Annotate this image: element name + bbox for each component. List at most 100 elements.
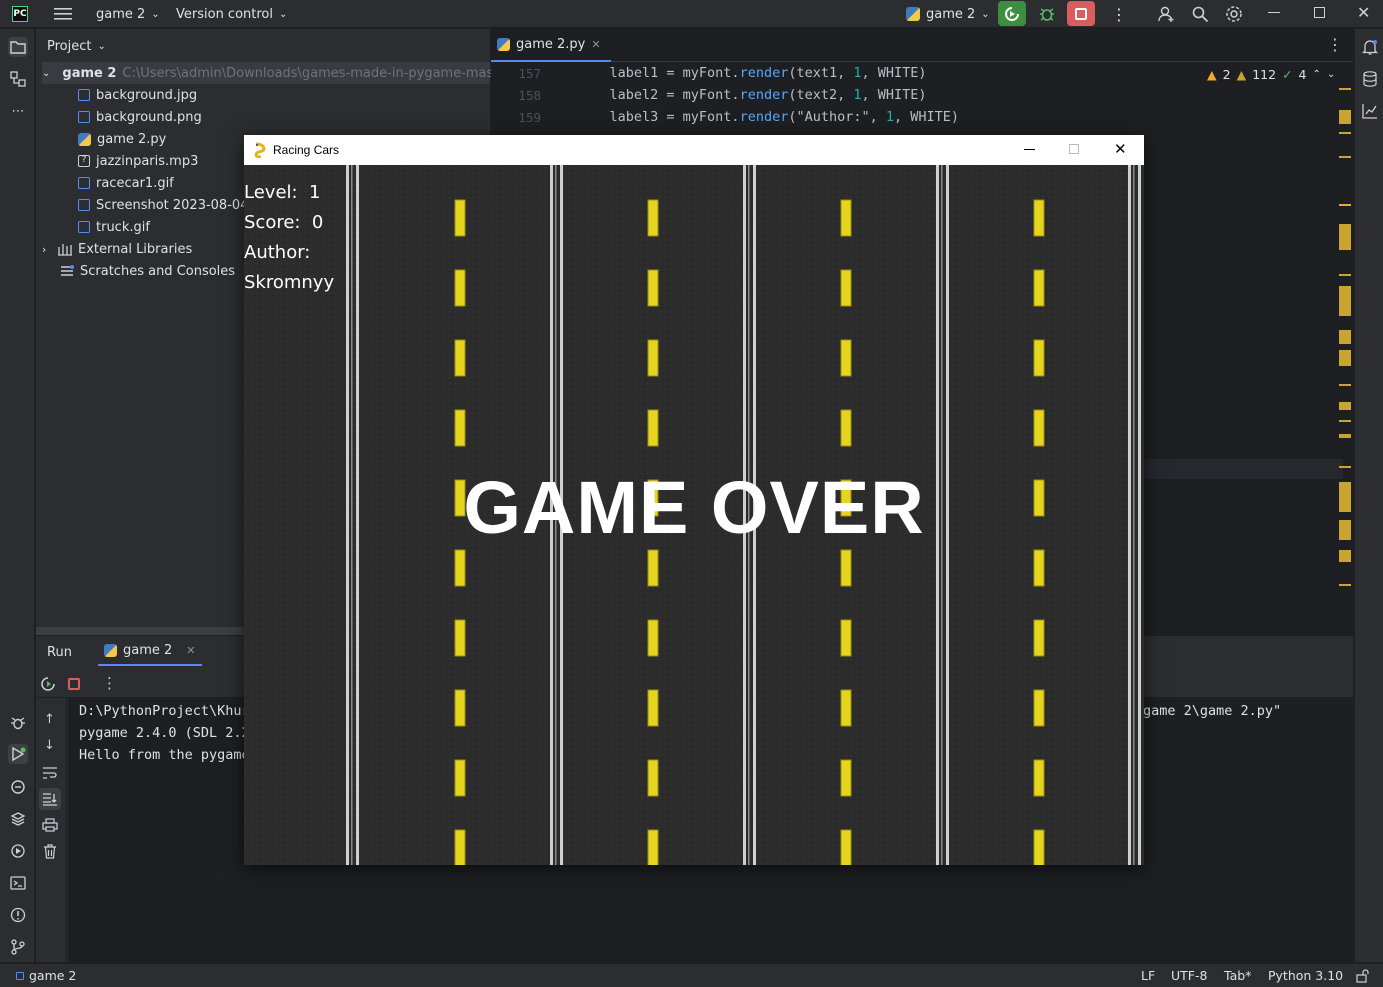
inspection-widget[interactable]: ▲ 2 ▲ 112 ✓ 4 ⌃ ⌄ xyxy=(1207,67,1335,82)
python-console-icon xyxy=(11,780,25,794)
more-vertical-icon: ⋮ xyxy=(102,674,117,692)
more-vertical-icon: ⋮ xyxy=(1327,35,1343,54)
game-minimize-button[interactable] xyxy=(1024,149,1035,150)
file-row[interactable]: truck.gif xyxy=(78,216,150,238)
terminal-tool-button[interactable] xyxy=(8,873,28,893)
chevron-down-icon[interactable]: ⌄ xyxy=(1327,69,1335,80)
game-close-button[interactable]: ✕ xyxy=(1114,140,1127,158)
settings-button[interactable] xyxy=(1225,5,1243,23)
problems-tool-button[interactable] xyxy=(8,905,28,925)
read-only-toggle[interactable] xyxy=(1356,969,1370,983)
line-separator-widget[interactable]: LF xyxy=(1141,968,1155,983)
rerun-run-button[interactable] xyxy=(40,676,56,692)
lane-dash xyxy=(1033,269,1045,307)
code-line[interactable]: 159 label3 = myFont. render ("Author:", 1,… xyxy=(491,106,959,128)
close-tab-icon[interactable]: ✕ xyxy=(591,38,600,51)
console-line: Hello from the pygame xyxy=(79,747,250,763)
file-row[interactable]: Screenshot 2023-08-04 xyxy=(78,194,248,216)
sciview-button[interactable] xyxy=(1360,101,1380,121)
scroll-to-end-button[interactable] xyxy=(39,788,61,810)
status-project[interactable]: game 2 xyxy=(16,968,76,983)
file-row[interactable]: ? jazzinparis.mp3 xyxy=(78,150,198,172)
project-name: game 2 xyxy=(96,6,146,22)
maximize-button[interactable] xyxy=(1314,7,1325,18)
lane-dash xyxy=(840,829,852,865)
error-stripe[interactable] xyxy=(1339,84,1353,604)
tree-root-row[interactable]: ⌄ game 2 C:\Users\admin\Downloads\games-… xyxy=(42,62,493,84)
scroll-up-button[interactable]: ↑ xyxy=(44,712,55,727)
stop-run-button[interactable] xyxy=(68,678,80,690)
python-packages-button[interactable] xyxy=(8,777,28,797)
more-horizontal-icon: ⋯ xyxy=(11,103,25,119)
file-row[interactable]: background.jpg xyxy=(78,84,197,106)
file-row[interactable]: background.png xyxy=(78,106,202,128)
close-button[interactable]: ✕ xyxy=(1357,3,1370,22)
code-text: (text1, xyxy=(788,65,854,81)
terminal-icon xyxy=(10,876,26,890)
notifications-button[interactable] xyxy=(1360,37,1380,57)
editor-more-button[interactable]: ⋮ xyxy=(1327,35,1343,54)
library-icon xyxy=(58,244,72,256)
line-number: 157 xyxy=(518,65,541,81)
main-menu-button[interactable] xyxy=(54,0,72,28)
lane-dash xyxy=(840,199,852,237)
file-row[interactable]: game 2.py xyxy=(78,128,166,150)
rerun-icon xyxy=(41,677,55,691)
code-text: (text2, xyxy=(788,87,854,103)
lane-dash xyxy=(454,339,466,377)
debug-tool-button[interactable] xyxy=(8,713,28,733)
run-config-selector[interactable]: game 2 ⌄ xyxy=(906,0,990,28)
layers-tool-button[interactable] xyxy=(8,809,28,829)
indent-widget[interactable]: Tab* xyxy=(1224,968,1251,983)
warning-icon: ▲ xyxy=(1207,67,1217,82)
left-tool-strip: ⋯ xyxy=(0,29,35,962)
code-text: ("Author:", xyxy=(788,109,886,125)
code-method: render xyxy=(739,109,789,125)
services-icon xyxy=(11,844,25,858)
file-row[interactable]: racecar1.gif xyxy=(78,172,174,194)
lane-dash xyxy=(647,409,659,447)
rerun-button[interactable] xyxy=(998,1,1026,26)
run-tool-button[interactable] xyxy=(8,744,28,764)
lane-dash xyxy=(1033,759,1045,797)
tree-external-libraries[interactable]: › External Libraries xyxy=(42,238,192,260)
scroll-down-button[interactable]: ↓ xyxy=(44,738,55,753)
git-tool-button[interactable] xyxy=(8,937,28,957)
code-line[interactable]: 158 label2 = myFont. render (text2, 1, WHI… xyxy=(491,84,926,106)
app-logo[interactable]: PC xyxy=(12,0,28,28)
more-tools-button[interactable]: ⋯ xyxy=(8,101,28,121)
game-canvas[interactable]: Level: 1 Score: 0 Author: Skromnyy GAME … xyxy=(244,165,1144,865)
chevron-up-icon[interactable]: ⌃ xyxy=(1313,69,1321,80)
pycharm-logo-icon: PC xyxy=(12,6,28,22)
database-button[interactable] xyxy=(1360,69,1380,89)
interpreter-widget[interactable]: Python 3.10 xyxy=(1268,968,1343,983)
search-icon xyxy=(1192,6,1209,23)
encoding-widget[interactable]: UTF-8 xyxy=(1171,968,1207,983)
search-everywhere-button[interactable] xyxy=(1191,5,1209,23)
close-icon: ✕ xyxy=(1357,3,1371,22)
services-tool-button[interactable] xyxy=(8,841,28,861)
soft-wrap-button[interactable] xyxy=(42,766,58,780)
project-tool-button[interactable] xyxy=(8,37,28,57)
run-tab-game-2[interactable]: game 2 ✕ xyxy=(98,636,202,666)
minimize-button[interactable] xyxy=(1268,12,1280,13)
scratches-label: Scratches and Consoles xyxy=(80,263,236,279)
vcs-menu[interactable]: Version control ⌄ xyxy=(176,0,287,28)
close-tab-icon[interactable]: ✕ xyxy=(186,644,195,657)
game-over-text: GAME OVER xyxy=(463,466,925,549)
code-with-me-button[interactable] xyxy=(1157,5,1175,23)
database-icon xyxy=(1363,71,1377,87)
run-more-button[interactable]: ⋮ xyxy=(102,674,117,692)
more-actions-button[interactable]: ⋮ xyxy=(1111,0,1127,28)
debug-button[interactable] xyxy=(1036,3,1058,25)
project-switcher[interactable]: game 2 ⌄ xyxy=(96,0,160,28)
structure-tool-button[interactable] xyxy=(8,69,28,89)
code-line[interactable]: 157 label1 = myFont. render (text1, 1, WHI… xyxy=(491,62,926,84)
project-panel-header[interactable]: Project ⌄ xyxy=(47,39,106,54)
stop-button[interactable] xyxy=(1067,1,1095,26)
tree-scratches[interactable]: Scratches and Consoles xyxy=(60,260,235,282)
score-label: Score: 0 xyxy=(244,212,324,233)
clear-all-button[interactable] xyxy=(43,844,57,859)
tab-game-2-py[interactable]: game 2.py ✕ xyxy=(491,29,611,62)
print-button[interactable] xyxy=(42,818,58,832)
